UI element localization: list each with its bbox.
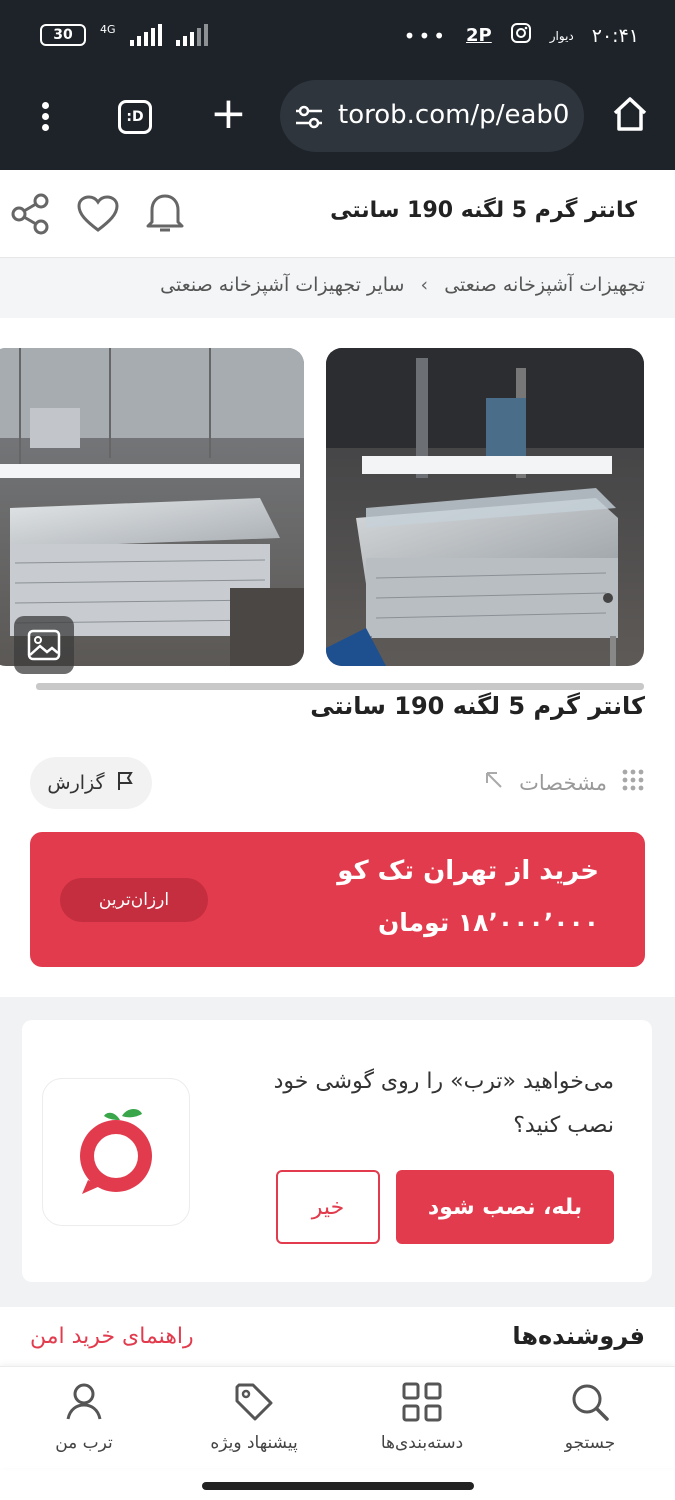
product-photo[interactable] [326, 348, 644, 666]
header-product-title: کانتر گرم 5 لگنه 190 سانتی [330, 198, 637, 223]
user-icon [63, 1383, 105, 1427]
home-icon[interactable] [610, 94, 650, 138]
more-notifications-icon: ••• [403, 23, 449, 48]
install-prompt-text: می‌خواهید «ترب» را روی گوشی خود نصب کنید… [273, 1069, 614, 1138]
nav-search[interactable]: جستجو [520, 1381, 660, 1453]
arrow-up-left-icon [483, 769, 505, 796]
browser-toolbar: :D + torob.com/p/eab0 [0, 78, 675, 170]
torob-logo [42, 1078, 190, 1226]
nav-categories[interactable]: دسته‌بندی‌ها [352, 1381, 492, 1453]
app-2p-icon: 2P [466, 25, 492, 46]
report-button[interactable]: گزارش [30, 757, 152, 809]
categories-grid-icon [401, 1382, 443, 1427]
search-icon [569, 1384, 611, 1427]
divar-notification: دیوار [549, 28, 574, 43]
battery-indicator: 30 [40, 24, 86, 46]
url-text[interactable]: torob.com/p/eab0 [338, 100, 569, 130]
gesture-home-bar[interactable] [202, 1482, 474, 1490]
product-header: کانتر گرم 5 لگنه 190 سانتی [0, 170, 675, 258]
breadcrumb-item[interactable]: تجهیزات آشپزخانه صنعتی [444, 274, 645, 296]
site-settings-icon[interactable] [294, 104, 324, 134]
browser-menu-icon[interactable] [38, 98, 52, 138]
instagram-icon [510, 22, 532, 49]
address-bar[interactable]: torob.com/p/eab0 [280, 80, 584, 152]
status-bar: 30 4G ••• 2P دیوار ۲۰:۴۱ [0, 0, 675, 78]
image-gallery-icon[interactable] [14, 616, 74, 674]
signal-icon [129, 24, 162, 46]
offer-price: ۱۸٬۰۰۰٬۰۰۰ تومان [377, 908, 599, 937]
nav-profile-label: ترب من [55, 1433, 113, 1453]
cheapest-badge: ارزان‌ترین [60, 878, 208, 922]
report-label: گزارش [47, 772, 105, 794]
product-title: کانتر گرم 5 لگنه 190 سانتی [310, 692, 645, 720]
new-tab-icon[interactable]: + [210, 92, 247, 136]
network-type: 4G [100, 22, 116, 36]
safe-shopping-guide-link[interactable]: راهنمای خرید امن [30, 1324, 194, 1349]
tab-switcher-icon[interactable]: :D [118, 100, 152, 134]
status-right: ••• 2P دیوار ۲۰:۴۱ [404, 22, 639, 49]
nav-profile[interactable]: ترب من [14, 1381, 154, 1453]
offer-store: خرید از تهران تک کو [337, 856, 599, 886]
breadcrumb: تجهیزات آشپزخانه صنعتی › سایر تجهیزات آش… [0, 258, 675, 318]
specs-label: مشخصات [519, 770, 607, 795]
bottom-navigation: جستجو دسته‌بندی‌ها پیشنهاد ویژه ترب من [0, 1366, 675, 1468]
bell-icon[interactable] [144, 190, 186, 240]
gallery-scrollbar[interactable] [36, 683, 644, 690]
heart-icon[interactable] [76, 194, 120, 238]
install-no-button[interactable]: خیر [276, 1170, 380, 1244]
breadcrumb-item[interactable]: سایر تجهیزات آشپزخانه صنعتی [160, 274, 404, 296]
nav-special-offers[interactable]: پیشنهاد ویژه [184, 1381, 324, 1453]
nav-special-offers-label: پیشنهاد ویژه [210, 1433, 298, 1453]
app-install-card: می‌خواهید «ترب» را روی گوشی خود نصب کنید… [22, 1020, 652, 1282]
grid-dots-icon [621, 768, 645, 797]
sellers-heading: فروشنده‌ها [512, 1322, 645, 1350]
cheapest-offer-card[interactable]: خرید از تهران تک کو ۱۸٬۰۰۰٬۰۰۰ تومان ارز… [30, 832, 645, 967]
clock: ۲۰:۴۱ [591, 24, 639, 47]
flag-icon [115, 770, 135, 797]
breadcrumb-separator: › [420, 274, 429, 296]
status-left: 30 4G [40, 22, 208, 46]
signal-2-icon [175, 24, 208, 46]
install-yes-button[interactable]: بله، نصب شود [396, 1170, 614, 1244]
nav-search-label: جستجو [564, 1433, 616, 1453]
share-icon[interactable] [10, 192, 50, 240]
nav-categories-label: دسته‌بندی‌ها [380, 1433, 464, 1453]
tag-icon [233, 1383, 275, 1427]
specs-link[interactable]: مشخصات [483, 768, 645, 797]
